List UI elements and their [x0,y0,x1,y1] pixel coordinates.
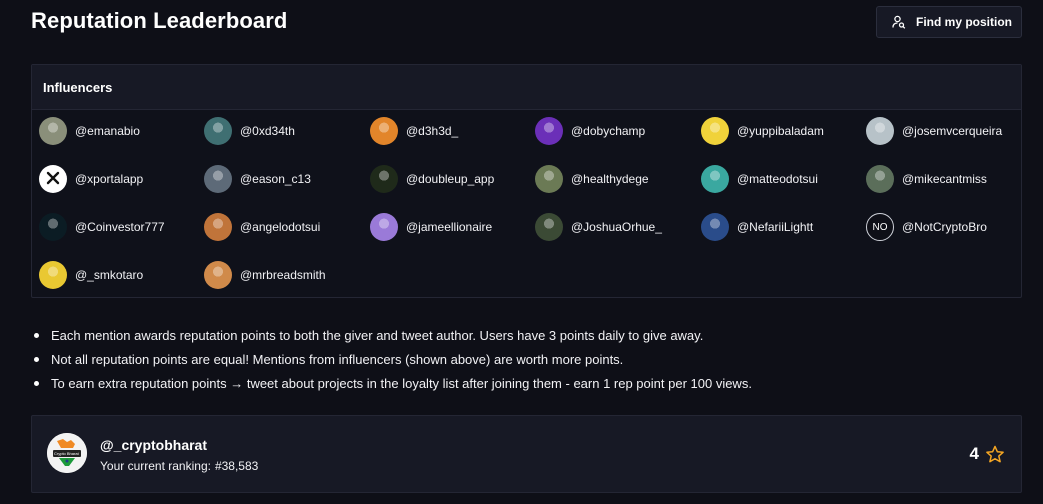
influencer-item[interactable]: @NefariiLightt [701,213,813,241]
influencer-handle: @JoshuaOrhue_ [571,220,662,234]
star-icon [985,445,1005,464]
ranking-value: #38,583 [214,459,259,473]
info-list: Each mention awards reputation points to… [31,324,1021,396]
influencer-handle: @_smkotaro [75,268,144,282]
points-value: 4 [969,444,979,463]
ranking-label: Your current ranking: [100,459,211,473]
influencer-item[interactable]: @_smkotaro [39,261,143,289]
influencer-avatar [370,117,398,145]
find-my-position-button[interactable]: Find my position [876,6,1022,38]
info-bullet: Each mention awards reputation points to… [31,324,1021,348]
influencer-item[interactable]: @josemvcerqueira [866,117,1002,145]
influencer-handle: @NefariiLightt [737,220,814,234]
influencer-handle: @emanabio [75,124,140,138]
influencer-avatar [204,261,232,289]
influencer-avatar [701,117,729,145]
info-bullet: To earn extra reputation points → tweet … [31,372,1021,396]
x-logo-icon [46,171,60,188]
influencer-avatar [535,117,563,145]
influencer-item[interactable]: @angelodotsui [204,213,320,241]
influencers-heading: Influencers [32,65,1021,110]
influencer-handle: @Coinvestor777 [75,220,165,234]
user-search-icon [892,15,906,29]
influencer-avatar [370,165,398,193]
influencer-handle: @NotCryptoBro [902,220,987,234]
info-bullet: Not all reputation points are equal! Men… [31,348,1021,372]
influencer-item[interactable]: @JoshuaOrhue_ [535,213,662,241]
influencer-avatar [866,117,894,145]
influencer-item[interactable]: @mikecantmiss [866,165,987,193]
influencer-handle: @josemvcerqueira [902,124,1003,138]
page-title: Reputation Leaderboard [31,8,288,33]
influencer-handle: @0xd34th [240,124,295,138]
influencer-item[interactable]: NO @NotCryptoBro [866,213,987,241]
influencer-handle: @matteodotsui [737,172,818,186]
influencer-item[interactable]: @yuppibaladam [701,117,824,145]
influencer-avatar [39,117,67,145]
influencer-item[interactable]: @xportalapp [39,165,143,193]
influencer-handle: @mikecantmiss [902,172,987,186]
influencer-handle: @d3h3d_ [406,124,459,138]
influencer-avatar [701,165,729,193]
influencer-avatar [535,165,563,193]
influencer-handle: @jameellionaire [406,220,493,234]
influencer-avatar-text: NO [872,221,888,233]
influencer-item[interactable]: @d3h3d_ [370,117,458,145]
influencer-avatar [39,213,67,241]
influencer-item[interactable]: @healthydege [535,165,649,193]
influencer-item[interactable]: @dobychamp [535,117,645,145]
current-user-card: Crypto Bharat @_cryptobharat Your curren… [31,415,1022,493]
influencers-grid: @emanabio @0xd34th @d3h3d_ @dobychamp @yuppi… [32,110,1021,298]
influencer-handle: @yuppibaladam [737,124,824,138]
influencer-handle: @xportalapp [75,172,144,186]
influencer-item[interactable]: @mrbreadsmith [204,261,326,289]
influencer-item[interactable]: @emanabio [39,117,140,145]
influencer-item[interactable]: @matteodotsui [701,165,818,193]
influencer-handle: @dobychamp [571,124,646,138]
influencer-item[interactable]: @doubleup_app [370,165,494,193]
user-handle: @_cryptobharat [100,437,208,453]
influencer-item[interactable]: @0xd34th [204,117,295,145]
influencer-avatar [370,213,398,241]
influencer-avatar [39,165,67,193]
influencer-avatar [204,213,232,241]
find-my-position-label: Find my position [916,15,1012,29]
influencer-avatar [535,213,563,241]
influencer-avatar [204,165,232,193]
influencer-item[interactable]: @Coinvestor777 [39,213,165,241]
user-avatar: Crypto Bharat [47,433,87,473]
influencer-handle: @angelodotsui [240,220,321,234]
influencer-avatar [39,261,67,289]
influencer-handle: @healthydege [571,172,649,186]
influencer-avatar [204,117,232,145]
influencer-avatar [866,165,894,193]
user-points: 4 [970,444,1005,464]
user-avatar-text: Crypto Bharat [54,451,79,456]
influencer-avatar [701,213,729,241]
user-ranking: Your current ranking: #38,583 [100,459,258,473]
influencer-avatar: NO [866,213,894,241]
influencers-panel: Influencers @emanabio @0xd34th @d3h3d_ @dob… [31,64,1022,298]
influencer-item[interactable]: @eason_c13 [204,165,311,193]
influencer-handle: @doubleup_app [406,172,495,186]
influencer-handle: @mrbreadsmith [240,268,326,282]
influencer-handle: @eason_c13 [240,172,311,186]
influencer-item[interactable]: @jameellionaire [370,213,492,241]
